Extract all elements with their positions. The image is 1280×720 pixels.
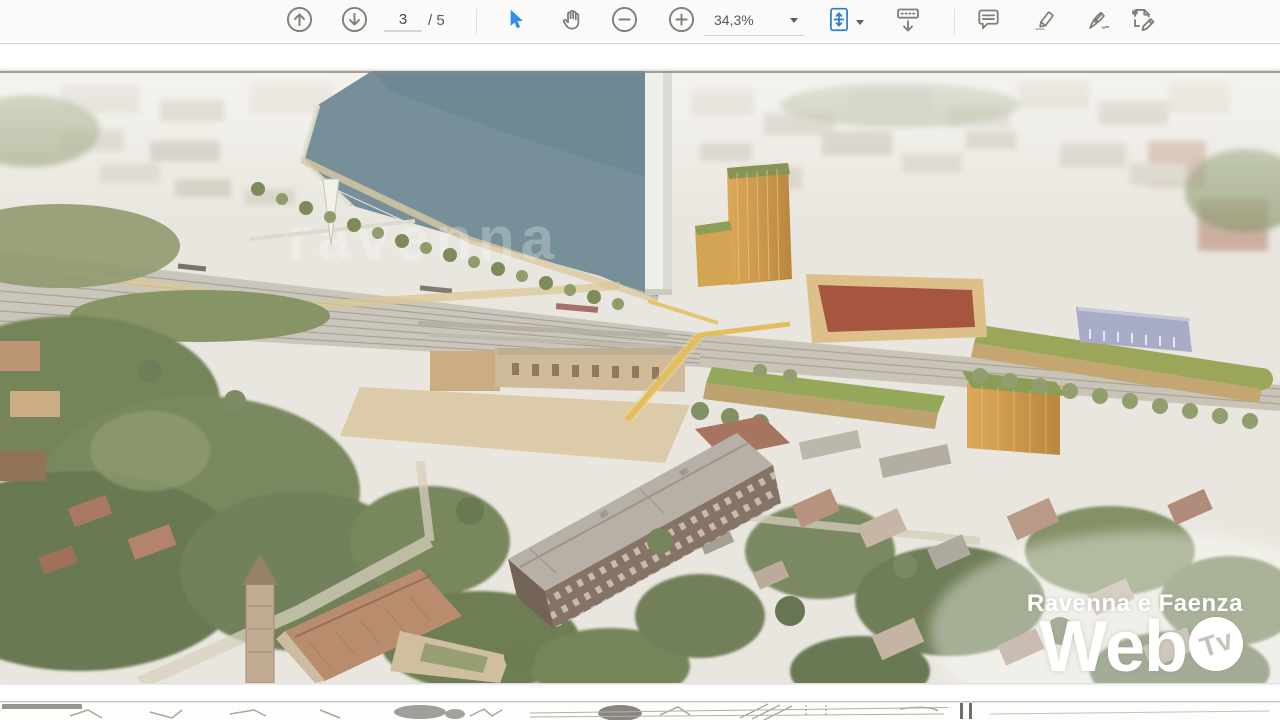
toolbar-arrow-down-icon — [894, 6, 922, 39]
page-number-field[interactable] — [384, 8, 422, 34]
document-canvas[interactable]: ravenna — [0, 45, 1280, 720]
pdf-page-4-sliver[interactable] — [0, 701, 1280, 720]
zoom-in-button[interactable] — [665, 5, 697, 39]
highlight-button[interactable] — [1028, 5, 1060, 39]
zoom-level-dropdown[interactable]: 34,3% — [704, 8, 804, 36]
pdf-viewer-window: / 5 — [0, 0, 1280, 720]
comment-button[interactable] — [972, 5, 1004, 39]
toolbar-separator — [954, 9, 955, 35]
page-total-label: / 5 — [428, 12, 445, 29]
toolbar-separator — [476, 9, 477, 35]
hide-toolbar-button[interactable] — [892, 5, 924, 39]
pdf-page-3[interactable]: ravenna — [0, 71, 1280, 683]
page-number-input[interactable] — [384, 8, 422, 32]
page-top-edge — [0, 71, 1280, 73]
highlighter-pen-icon — [1031, 6, 1058, 38]
hatch-strokes — [740, 704, 792, 720]
next-page-sketches — [0, 701, 1280, 720]
circle-arrow-down-icon — [341, 6, 368, 38]
zoom-level-value: 34,3% — [714, 12, 754, 28]
fountain-pen-icon — [1085, 6, 1112, 38]
next-page-caption-placeholder — [2, 704, 82, 709]
open-hand-icon — [559, 6, 586, 38]
sign-button[interactable] — [1082, 5, 1114, 39]
next-page-button[interactable] — [338, 5, 370, 39]
page-fit-dropdown[interactable] — [826, 5, 872, 39]
zoom-out-button[interactable] — [608, 5, 640, 39]
speech-bubble-icon — [975, 6, 1002, 38]
aerial-rendering: ravenna — [0, 71, 1280, 683]
cursor-arrow-icon — [502, 7, 528, 38]
sketch-strokes — [70, 707, 938, 718]
veil — [0, 71, 1280, 683]
caret-down-icon — [790, 18, 798, 23]
page-pencil-icon — [1128, 6, 1156, 39]
pdf-toolbar: / 5 — [0, 0, 1280, 44]
edit-pdf-button[interactable] — [1126, 5, 1158, 39]
select-tool-button[interactable] — [499, 5, 531, 39]
circle-minus-icon — [611, 6, 638, 38]
previous-page-button[interactable] — [283, 5, 315, 39]
caret-down-icon — [856, 20, 864, 25]
zoom-underline — [704, 35, 804, 36]
circle-arrow-up-icon — [286, 6, 313, 38]
circle-plus-icon — [668, 6, 695, 38]
hand-tool-button[interactable] — [556, 5, 588, 39]
page-fit-icon — [826, 6, 852, 39]
